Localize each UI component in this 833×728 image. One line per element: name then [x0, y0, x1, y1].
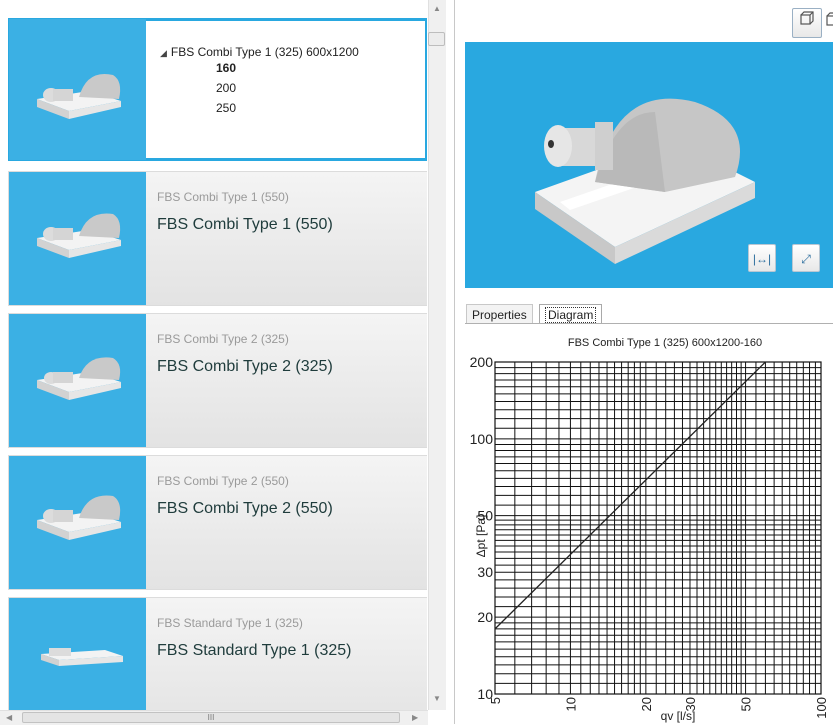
splitter[interactable]	[454, 0, 455, 724]
scroll-up-icon[interactable]: ▲	[433, 4, 441, 13]
product-card[interactable]: FBS Combi Type 2 (325) FBS Combi Type 2 …	[8, 313, 427, 448]
diffuser-model-icon	[37, 495, 121, 540]
x-axis-ticks: 5 10 20 30 50 100	[488, 697, 829, 719]
x-tick-label: 50	[739, 697, 754, 711]
tab-label: Diagram	[545, 307, 597, 323]
product-title: FBS Standard Type 1 (325)	[157, 642, 352, 659]
scroll-down-icon[interactable]: ▼	[433, 694, 441, 703]
product-thumbnail	[9, 172, 146, 305]
diffuser-model-icon	[37, 213, 121, 258]
multi-cube-view-icon[interactable]	[824, 4, 833, 38]
tree-item-size[interactable]: 250	[216, 101, 236, 115]
y-tick-label: 100	[470, 431, 494, 447]
diffuser-model-icon	[37, 73, 121, 119]
product-subtitle: FBS Standard Type 1 (325)	[157, 616, 303, 630]
tree-item-size[interactable]: 160	[216, 61, 236, 75]
vertical-scroll-thumb[interactable]	[428, 32, 445, 46]
y-axis-label: Δpt [Pa]	[474, 515, 488, 558]
product-thumbnail	[9, 314, 146, 447]
fullscreen-icon[interactable]: ⤢	[792, 244, 820, 272]
product-card-info: FBS Combi Type 1 (550) FBS Combi Type 1 …	[147, 172, 427, 305]
y-tick-label: 30	[477, 564, 493, 580]
model-viewer[interactable]: |↔| ⤢	[465, 42, 833, 288]
cube-view-icon[interactable]	[792, 8, 822, 38]
y-tick-label: 20	[477, 609, 493, 625]
tree-header-label: FBS Combi Type 1 (325) 600x1200	[170, 45, 359, 59]
product-thumbnail	[9, 598, 146, 710]
diagram-panel: FBS Combi Type 1 (325) 600x1200-160 10 20…	[465, 323, 833, 725]
diffuser-model-icon	[37, 357, 121, 400]
diffuser-3d-model-icon	[535, 98, 755, 264]
product-title: FBS Combi Type 2 (550)	[157, 500, 333, 517]
product-title: FBS Combi Type 1 (550)	[157, 216, 333, 233]
x-tick-label: 100	[814, 697, 829, 719]
product-list: ◢ FBS Combi Type 1 (325) 600x1200 160 200…	[0, 0, 427, 710]
scroll-grip: III	[207, 713, 215, 722]
fit-width-icon[interactable]: |↔|	[748, 244, 776, 272]
scroll-right-icon[interactable]: ▶	[412, 713, 418, 722]
product-thumbnail	[9, 19, 146, 160]
product-card[interactable]: FBS Standard Type 1 (325) FBS Standard T…	[8, 597, 427, 710]
product-card-info: FBS Combi Type 2 (325) FBS Combi Type 2 …	[147, 314, 427, 447]
chart-grid	[494, 361, 822, 695]
tab-diagram[interactable]: Diagram	[539, 304, 603, 324]
product-subtitle: FBS Combi Type 1 (550)	[157, 190, 289, 204]
x-tick-label: 10	[563, 697, 578, 711]
x-tick-label: 20	[639, 697, 654, 711]
y-tick-label: 200	[470, 354, 494, 370]
tab-properties[interactable]: Properties	[466, 304, 533, 324]
selected-card-tree: ◢ FBS Combi Type 1 (325) 600x1200 160 200…	[146, 21, 425, 158]
plot-frame	[494, 361, 822, 695]
product-card[interactable]: FBS Combi Type 1 (550) FBS Combi Type 1 …	[8, 171, 427, 306]
product-card-selected[interactable]: ◢ FBS Combi Type 1 (325) 600x1200 160 200…	[8, 18, 427, 161]
collapse-arrow-icon[interactable]: ◢	[160, 48, 167, 58]
horizontal-scrollbar[interactable]: ◀ III ▶	[0, 710, 428, 725]
x-axis-label: qv [l/s]	[661, 709, 696, 723]
tab-label: Properties	[472, 308, 527, 322]
product-title: FBS Combi Type 2 (325)	[157, 358, 333, 375]
product-card[interactable]: FBS Combi Type 2 (550) FBS Combi Type 2 …	[8, 455, 427, 590]
tree-item-size[interactable]: 200	[216, 81, 236, 95]
scroll-left-icon[interactable]: ◀	[6, 713, 12, 722]
product-card-info: FBS Standard Type 1 (325) FBS Standard T…	[147, 598, 427, 710]
vertical-scrollbar[interactable]: ▲ ▼	[428, 0, 446, 710]
product-subtitle: FBS Combi Type 2 (325)	[157, 332, 289, 346]
product-subtitle: FBS Combi Type 2 (550)	[157, 474, 289, 488]
product-thumbnail	[9, 456, 146, 589]
diffuser-model-icon	[41, 648, 123, 666]
x-tick-label: 5	[488, 697, 503, 704]
tree-node-header[interactable]: ◢ FBS Combi Type 1 (325) 600x1200	[160, 45, 359, 59]
chart-title: FBS Combi Type 1 (325) 600x1200-160	[568, 337, 762, 349]
horizontal-scroll-thumb[interactable]: III	[22, 712, 400, 723]
pressure-flow-chart: FBS Combi Type 1 (325) 600x1200-160 10 20…	[470, 337, 829, 723]
product-card-info: FBS Combi Type 2 (550) FBS Combi Type 2 …	[147, 456, 427, 589]
